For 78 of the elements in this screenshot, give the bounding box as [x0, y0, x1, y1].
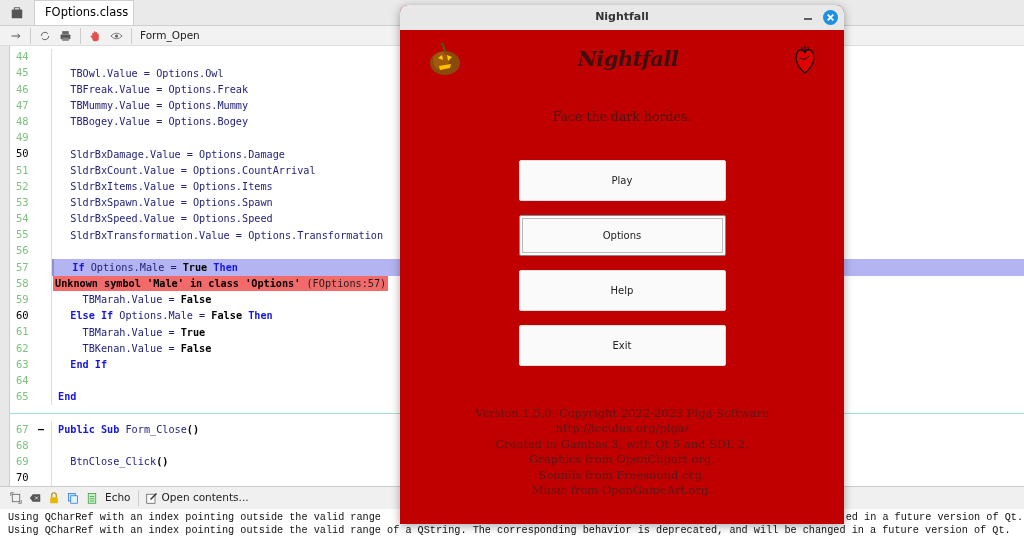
- print-icon[interactable]: [59, 28, 72, 43]
- line-number: 44: [16, 49, 30, 65]
- clear-icon[interactable]: [29, 491, 41, 505]
- code-line: SldrBxCount.Value = Options.CountArrival: [69, 163, 317, 178]
- menu-button[interactable]: Play: [518, 159, 726, 201]
- credit-line: Version 1.5.0. Copyright 2022-2023 Piga Software: [475, 405, 769, 422]
- credit-line: Created in Gambas 3, with Qt 5 and SDL 2.: [495, 436, 749, 453]
- line-number: 57: [16, 259, 30, 275]
- line-number: 64: [16, 372, 30, 388]
- line-number: 45: [16, 65, 30, 81]
- credit-line: Graphics from OpenClipart.org.: [529, 452, 715, 468]
- line-number: 55: [16, 227, 30, 243]
- code-line: Else If Options.Male = False Then: [69, 309, 274, 324]
- code-line: SldrBxSpawn.Value = Options.Spawn: [69, 196, 274, 211]
- pumpkin-icon: [428, 42, 462, 76]
- hand-icon[interactable]: [89, 28, 102, 43]
- credit-line: http://icculus.org/piga/: [555, 421, 689, 437]
- code-line: TBMummy.Value = Options.Mummy: [69, 99, 250, 113]
- menu-button[interactable]: Exit: [518, 324, 726, 366]
- code-line: End If: [69, 358, 109, 372]
- game-title: Nightfall: [577, 45, 679, 74]
- line-number: 53: [16, 194, 30, 210]
- line-number: 68: [16, 437, 30, 453]
- briefcase-icon[interactable]: [10, 5, 24, 20]
- procedure-name[interactable]: Form_Open: [140, 27, 200, 44]
- tagline: Face the dark hordes.: [552, 108, 692, 126]
- code-line: Public Sub Form_Close(): [57, 422, 201, 438]
- line-number: 67: [16, 421, 30, 437]
- code-line: TBOwl.Value = Options.Owl: [69, 66, 225, 81]
- console-line: Using QCharRef with an index pointing outside the valid range: [8, 511, 381, 524]
- code-line: TBKenan.Value = False: [81, 341, 213, 356]
- lock-icon[interactable]: [48, 491, 60, 505]
- copy-icon[interactable]: [67, 491, 79, 505]
- line-number: 47: [16, 97, 30, 113]
- code-line: TBMarah.Value = False: [81, 293, 213, 308]
- line-number: 54: [16, 211, 30, 227]
- line-number: 59: [16, 292, 30, 308]
- line-number: 49: [16, 130, 30, 146]
- line-number: 56: [16, 243, 30, 259]
- line-number: 50: [16, 146, 30, 162]
- code-line: TBFreak.Value = Options.Freak: [69, 82, 250, 97]
- file-tab[interactable]: FOptions.class: [34, 0, 134, 25]
- menu-button[interactable]: Options: [518, 214, 726, 256]
- line-number: 60: [16, 308, 30, 324]
- line-number: 62: [16, 340, 30, 356]
- code-line: TBBogey.Value = Options.Bogey: [69, 115, 250, 130]
- code-line: SldrBxDamage.Value = Options.Damage: [69, 147, 286, 162]
- line-number: 48: [16, 113, 30, 129]
- line-number: 58: [16, 275, 30, 291]
- code-line: TBMarah.Value = True: [81, 325, 207, 340]
- code-line: SldrBxItems.Value = Options.Items: [69, 179, 274, 194]
- line-number: 52: [16, 178, 30, 194]
- console-line: ed in a future version of Qt.: [845, 511, 1023, 524]
- edit-icon: [145, 492, 158, 504]
- open-contents-button[interactable]: Open contents...: [145, 490, 249, 506]
- line-number: 51: [16, 162, 30, 178]
- echo-toggle[interactable]: Echo: [105, 490, 131, 506]
- credit-line: Music from OpenGameArt.org.: [531, 483, 713, 499]
- code-line: SldrBxTransformation.Value = Options.Transformation: [69, 228, 385, 243]
- close-icon[interactable]: [823, 10, 838, 25]
- code-line: End: [57, 390, 78, 405]
- paste-icon[interactable]: [86, 491, 98, 505]
- fold-marker[interactable]: —: [38, 421, 45, 437]
- line-number: 61: [16, 324, 30, 340]
- menu-button[interactable]: Help: [518, 269, 726, 311]
- line-number: 69: [16, 453, 30, 469]
- line-number: 65: [16, 389, 30, 405]
- code-line: SldrBxSpeed.Value = Options.Speed: [69, 212, 274, 227]
- heart-icon: [794, 44, 816, 74]
- error-message: Unknown symbol 'Male' in class 'Options' (FOptions:57): [53, 276, 389, 292]
- line-number: 70: [16, 470, 30, 486]
- line-number: 63: [16, 356, 30, 372]
- line-number: 46: [16, 81, 30, 97]
- credit-line: Sounds from Freesound.org.: [538, 467, 706, 484]
- window-title: Nightfall: [595, 9, 649, 26]
- code-line: BtnClose_Click(): [69, 455, 170, 470]
- fit-icon[interactable]: [10, 491, 22, 505]
- console-line: Using QCharRef with an index pointing outside the valid range of a QString. The corresponding behavior is deprecated, and will be changed in a future version of Qt.: [8, 524, 1011, 537]
